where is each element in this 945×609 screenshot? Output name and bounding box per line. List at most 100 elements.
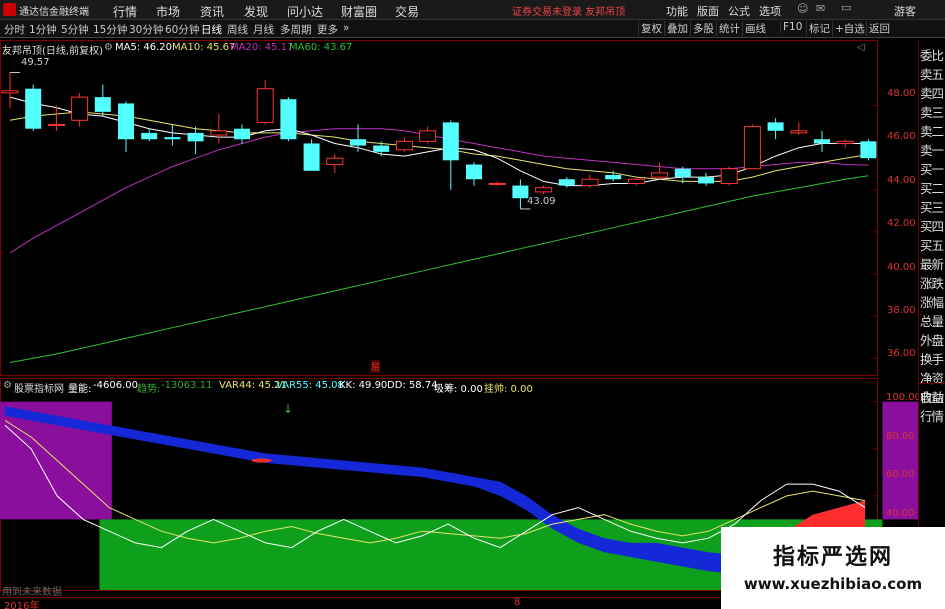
ma20-line <box>9 128 869 254</box>
candle-body-up <box>488 182 506 185</box>
candle-body-up <box>720 168 738 184</box>
trend-label: 趋势: <box>137 384 161 395</box>
period-15min[interactable]: 15分钟 <box>93 22 127 37</box>
watermark-text: 指标严选网 <box>772 545 893 570</box>
period-multi[interactable]: 多周期 <box>280 22 312 37</box>
dd-label: DD: 58.74 <box>387 380 438 391</box>
collapse-arrow-icon[interactable]: ◁ <box>857 42 865 53</box>
tool-back[interactable]: 返回 <box>866 21 890 36</box>
period-60min[interactable]: 60分钟 <box>165 22 199 37</box>
period-1min[interactable]: 1分钟 <box>29 22 57 37</box>
kk-label: KK: 49.90 <box>339 380 388 391</box>
rp-quote[interactable]: 行情 <box>920 406 945 425</box>
candle-body-down <box>767 122 784 131</box>
rp-latest[interactable]: 最新 <box>920 254 945 273</box>
ma60-line <box>9 175 869 363</box>
rp-buy3[interactable]: 买三 <box>920 197 945 216</box>
more-arrow-icon[interactable]: » <box>343 22 349 34</box>
y-tick-42: 42.00 <box>887 218 916 229</box>
watermark-banner: 指标严选网 www.xuezhibiao.com <box>721 527 945 609</box>
tool-overlay[interactable]: 叠加 <box>664 21 688 36</box>
rp-outer[interactable]: 外盘 <box>920 330 945 349</box>
minimize-icon[interactable]: ▭ <box>841 1 851 14</box>
rp-volume[interactable]: 总量 <box>920 311 945 330</box>
menu-item-options[interactable]: 选项 <box>759 3 781 19</box>
app-title: 通达信金融终端 <box>19 7 89 18</box>
settings-gear-icon[interactable]: ⚙ <box>104 42 113 53</box>
rp-sell3[interactable]: 卖三 <box>920 102 945 121</box>
event-marker[interactable]: 层 <box>371 360 381 373</box>
tool-f10[interactable]: F10 <box>780 21 802 33</box>
rp-weibi[interactable]: 委比 <box>920 45 945 64</box>
period-timeshare[interactable]: 分时 <box>4 22 25 37</box>
candle-body-up <box>790 130 808 134</box>
tool-adjust[interactable]: 复权 <box>638 21 662 36</box>
menu-item-wealth[interactable]: 财富圈 <box>341 3 377 20</box>
ma60-label: MA60: 43.67 <box>289 42 353 53</box>
candle-body-down <box>674 168 691 178</box>
menu-item-formula[interactable]: 公式 <box>728 3 750 19</box>
y-tick-36: 36.00 <box>887 348 916 359</box>
rp-auto[interactable]: 自动 <box>920 387 945 406</box>
candle-body-up <box>651 172 669 178</box>
menu-item-market[interactable]: 行情 <box>113 3 137 20</box>
period-weekly[interactable]: 周线 <box>227 22 248 37</box>
period-monthly[interactable]: 月线 <box>253 22 274 37</box>
menu-item-function[interactable]: 功能 <box>666 3 688 19</box>
period-30min[interactable]: 30分钟 <box>129 22 163 37</box>
rp-sell4[interactable]: 卖四 <box>920 83 945 102</box>
menu-item-news[interactable]: 资讯 <box>200 3 224 20</box>
candle-body-up <box>256 88 274 123</box>
kline-chart[interactable] <box>0 40 918 609</box>
rp-sell1[interactable]: 卖一 <box>920 140 945 159</box>
rp-divider <box>918 383 945 384</box>
ribbon-red-bump <box>251 458 272 463</box>
rp-buy1[interactable]: 买一 <box>920 159 945 178</box>
tool-add-favorite[interactable]: +自选 <box>832 21 865 36</box>
menu-item-ask[interactable]: 问小达 <box>287 3 323 20</box>
rp-change-pct[interactable]: 涨幅 <box>920 292 945 311</box>
y-tick-38: 38.00 <box>887 305 916 316</box>
rp-sell2[interactable]: 卖二 <box>920 121 945 140</box>
tool-draw[interactable]: 画线 <box>742 21 766 36</box>
menu-item-layout[interactable]: 版面 <box>697 3 719 19</box>
indicator-name: 股票指标网 <box>14 384 64 395</box>
candle-body-down <box>25 88 42 129</box>
rp-net-assets[interactable]: 净资 <box>920 368 945 387</box>
tool-multistock[interactable]: 多股 <box>690 21 714 36</box>
user-icon[interactable]: ☺ <box>797 2 808 15</box>
candle-body-down <box>234 128 250 140</box>
y-tick-46: 46.00 <box>887 131 916 142</box>
menu-item-discover[interactable]: 发现 <box>244 3 268 20</box>
period-5min[interactable]: 5分钟 <box>61 22 89 37</box>
candle-body-up <box>836 140 854 144</box>
rp-buy2[interactable]: 买二 <box>920 178 945 197</box>
tool-mark[interactable]: 标记 <box>806 21 830 36</box>
guest-label[interactable]: 游客 <box>894 3 916 19</box>
period-daily[interactable]: 日线 <box>201 22 222 37</box>
y-tick-48: 48.00 <box>887 88 916 99</box>
menu-item-trade[interactable]: 交易 <box>395 3 419 20</box>
high-price-label: 49.57 <box>21 57 50 68</box>
menu-item-markets[interactable]: 市场 <box>156 3 180 20</box>
candle-body-down <box>860 141 877 159</box>
candle-body-up <box>326 157 344 166</box>
y-tick-44: 44.00 <box>887 175 916 186</box>
stock-title: 友邦吊顶(日线,前复权) <box>2 46 103 57</box>
candle-body-down <box>164 137 181 140</box>
period-more[interactable]: 更多 <box>317 22 338 37</box>
indicator-settings-icon[interactable]: ⚙ <box>3 380 12 391</box>
rp-turnover[interactable]: 换手 <box>920 349 945 368</box>
rp-change[interactable]: 涨跌 <box>920 273 945 292</box>
candle-body-down <box>814 139 830 144</box>
candle-body-down <box>605 175 622 180</box>
rp-buy4[interactable]: 买四 <box>920 216 945 235</box>
tool-stats[interactable]: 统计 <box>716 21 740 36</box>
rp-buy5[interactable]: 买五 <box>920 235 945 254</box>
rp-sell5[interactable]: 卖五 <box>920 64 945 83</box>
candle-body-up <box>627 178 645 184</box>
message-icon[interactable]: ✉ <box>816 2 825 15</box>
candle-body-down <box>442 122 459 161</box>
low-price-label: 43.09 <box>527 196 556 207</box>
login-warning[interactable]: 证券交易未登录 友邦吊顶 <box>512 3 625 18</box>
